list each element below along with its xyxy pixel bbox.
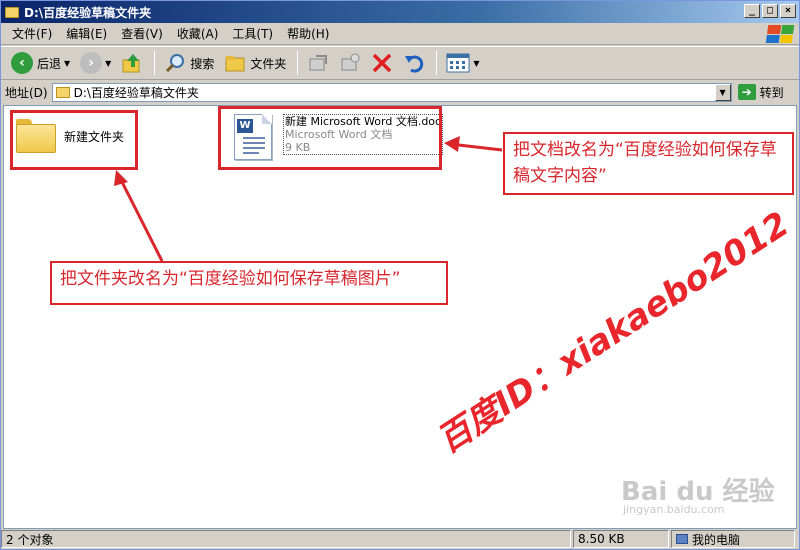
- status-size-text: 8.50 KB: [578, 532, 625, 546]
- folder-icon: [55, 86, 70, 98]
- menu-favorites[interactable]: 收藏(A): [170, 25, 226, 42]
- toolbar-separator: [436, 51, 438, 75]
- document-highlight-box: [218, 106, 442, 170]
- toolbar: ‹ 后退 ▼ › ▼ 搜索 文件夹 ▼: [1, 46, 799, 80]
- my-computer-icon: [676, 534, 688, 544]
- menu-file[interactable]: 文件(F): [5, 25, 59, 42]
- search-button[interactable]: 搜索: [160, 49, 218, 77]
- undo-icon: [405, 55, 424, 73]
- delete-x-icon: [373, 53, 392, 73]
- up-folder-icon: [122, 54, 140, 73]
- status-size: 8.50 KB: [573, 530, 669, 548]
- search-label: 搜索: [190, 56, 215, 71]
- search-icon: [166, 54, 185, 73]
- menu-tools[interactable]: 工具(T): [225, 25, 280, 42]
- close-button[interactable]: ×: [780, 4, 796, 18]
- status-object-count: 2 个对象: [1, 530, 571, 548]
- move-to-button[interactable]: [303, 49, 333, 77]
- status-bar: 2 个对象 8.50 KB 我的电脑: [1, 529, 799, 549]
- address-input[interactable]: D:\百度经验草稿文件夹 ▼: [51, 82, 732, 102]
- move-to-icon: [309, 55, 328, 71]
- back-arrow-icon: ‹: [11, 52, 33, 74]
- baidu-jingyan-url: jingyan.baidu.com: [623, 503, 725, 516]
- minimize-button[interactable]: _: [744, 4, 760, 18]
- folders-icon: [225, 56, 245, 72]
- address-value: D:\百度经验草稿文件夹: [73, 85, 199, 100]
- views-grid-icon: [446, 53, 470, 73]
- folders-button[interactable]: 文件夹: [220, 49, 290, 77]
- menu-view[interactable]: 查看(V): [114, 25, 170, 42]
- status-object-count-text: 2 个对象: [6, 532, 54, 547]
- toolbar-separator: [154, 51, 156, 75]
- menu-bar: 文件(F) 编辑(E) 查看(V) 收藏(A) 工具(T) 帮助(H): [1, 23, 799, 45]
- copy-to-button[interactable]: [335, 49, 365, 77]
- undo-button[interactable]: [399, 49, 429, 77]
- views-button[interactable]: ▼: [442, 49, 483, 77]
- arrow-line: [118, 177, 164, 262]
- explorer-window: D:\百度经验草稿文件夹 _ □ × 文件(F) 编辑(E) 查看(V) 收藏(…: [0, 0, 800, 550]
- folder-callout-text: 把文件夹改名为“百度经验如何保存草稿图片”: [60, 269, 401, 289]
- address-dropdown-button[interactable]: ▼: [714, 83, 731, 101]
- menu-help[interactable]: 帮助(H): [280, 25, 336, 42]
- document-rename-callout: 把文档改名为“百度经验如何保存草稿文字内容”: [503, 132, 794, 195]
- folder-highlight-box: [10, 110, 138, 170]
- windows-logo-icon: [765, 25, 795, 43]
- title-bar[interactable]: D:\百度经验草稿文件夹 _ □ ×: [1, 1, 799, 23]
- arrow-head-icon: [114, 170, 128, 186]
- delete-button[interactable]: [367, 49, 397, 77]
- window-title: D:\百度经验草稿文件夹: [24, 5, 152, 20]
- arrow-line: [449, 142, 503, 152]
- back-button[interactable]: ‹ 后退 ▼: [7, 49, 74, 77]
- folders-label: 文件夹: [250, 56, 287, 71]
- forward-button[interactable]: › ▼: [76, 49, 115, 77]
- folder-rename-callout: 把文件夹改名为“百度经验如何保存草稿图片”: [50, 261, 448, 305]
- up-folder-button[interactable]: [117, 49, 147, 77]
- status-location-text: 我的电脑: [692, 532, 741, 547]
- folder-icon: [5, 6, 19, 18]
- forward-arrow-icon: ›: [80, 52, 103, 74]
- copy-to-icon: [341, 53, 360, 71]
- status-location: 我的电脑: [671, 530, 795, 548]
- document-callout-text: 把文档改名为“百度经验如何保存草稿文字内容”: [513, 140, 777, 186]
- back-label: 后退: [37, 56, 62, 71]
- address-label: 地址(D): [5, 85, 48, 100]
- arrow-head-icon: [444, 136, 460, 152]
- go-label: 转到: [759, 85, 784, 100]
- go-button[interactable]: ➔ 转到: [737, 84, 784, 101]
- toolbar-separator: [297, 51, 299, 75]
- address-bar: 地址(D) D:\百度经验草稿文件夹 ▼ ➔ 转到: [1, 81, 799, 103]
- chevron-down-icon[interactable]: ▼: [473, 59, 479, 68]
- file-list-pane[interactable]: 新建文件夹 W 新建 Microsoft Word 文档.doc Microso…: [3, 105, 797, 529]
- menu-edit[interactable]: 编辑(E): [59, 25, 114, 42]
- go-arrow-icon: ➔: [737, 84, 756, 100]
- chevron-down-icon[interactable]: ▼: [64, 59, 70, 68]
- chevron-down-icon[interactable]: ▼: [105, 59, 111, 68]
- maximize-button[interactable]: □: [762, 4, 778, 18]
